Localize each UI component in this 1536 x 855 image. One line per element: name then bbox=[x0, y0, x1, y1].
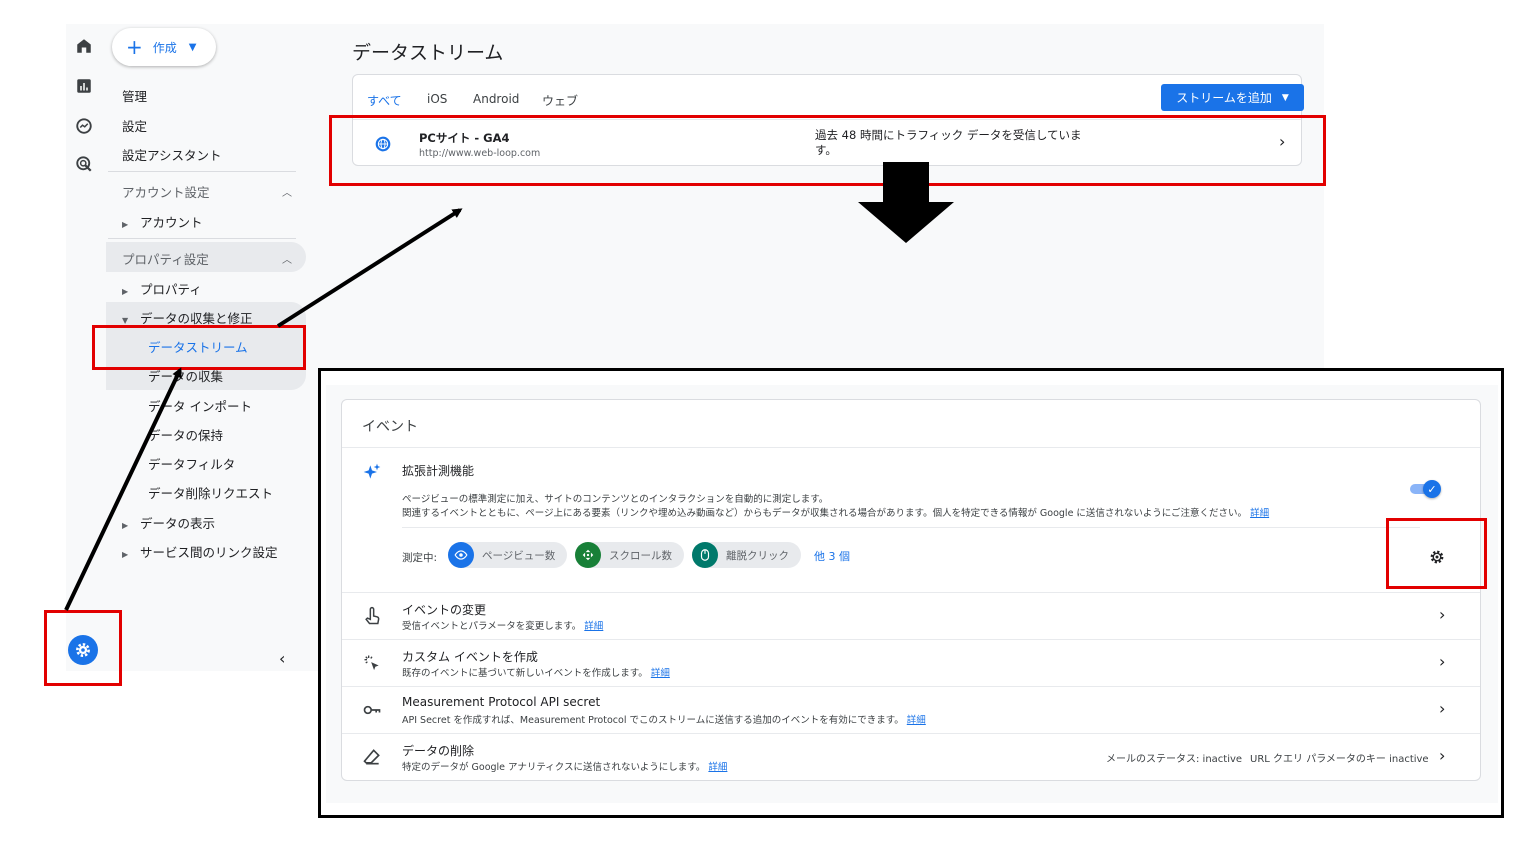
mouse-icon bbox=[692, 542, 718, 568]
mp-api-secret-desc: API Secret を作成すれば、Measurement Protocol で… bbox=[402, 715, 926, 726]
create-custom-events-title: カスタム イベントを作成 bbox=[402, 650, 538, 664]
divider bbox=[342, 447, 1480, 448]
chip-label: ページビュー数 bbox=[482, 549, 556, 562]
chevron-left-icon[interactable]: ‹ bbox=[279, 649, 285, 668]
advertising-icon[interactable] bbox=[74, 154, 94, 174]
page-title: データストリーム bbox=[352, 42, 504, 64]
create-custom-events-row[interactable]: カスタム イベントを作成 既存のイベントに基づいて新しいイベントを作成します。 … bbox=[342, 640, 1480, 686]
mp-api-secret-row[interactable]: Measurement Protocol API secret API Secr… bbox=[342, 687, 1480, 733]
caret-down-icon: ▼ bbox=[188, 41, 197, 53]
chip-pageviews: ページビュー数 bbox=[448, 542, 568, 568]
add-stream-button[interactable]: ストリームを追加 ▼ bbox=[1161, 84, 1304, 111]
tab-all[interactable]: すべて bbox=[367, 92, 402, 109]
nav-item-account[interactable]: ▶ アカウント bbox=[122, 212, 203, 231]
nav-item-data-retention[interactable]: データの保持 bbox=[148, 425, 223, 444]
tab-android[interactable]: Android bbox=[473, 92, 519, 106]
enhanced-measurement-note: 関連するイベントとともに、ページ上にある要素（リンクや埋め込み動画など）からもデ… bbox=[402, 508, 1270, 519]
modify-events-row[interactable]: イベントの変更 受信イベントとパラメータを変更します。 詳細 › bbox=[342, 593, 1480, 639]
nav-item-assistant[interactable]: 設定アシスタント bbox=[122, 145, 222, 164]
tab-ios[interactable]: iOS bbox=[427, 92, 447, 106]
add-stream-label: ストリームを追加 bbox=[1176, 91, 1272, 105]
caret-down-icon: ▼ bbox=[122, 316, 129, 325]
create-button[interactable]: + 作成 ▼ bbox=[112, 28, 216, 66]
email-redaction-status: メールのステータス: inactive bbox=[1106, 754, 1243, 765]
account-section-header[interactable]: アカウント設定 bbox=[122, 182, 210, 201]
caret-right-icon: ▶ bbox=[122, 521, 129, 530]
eye-icon bbox=[448, 542, 474, 568]
key-icon bbox=[363, 705, 381, 715]
chip-scrolls: スクロール数 bbox=[575, 542, 684, 568]
nav-item-product-links[interactable]: ▶ サービス間のリンク設定 bbox=[122, 542, 278, 561]
annotation-box-stream bbox=[329, 115, 1326, 186]
modify-events-title: イベントの変更 bbox=[402, 603, 487, 617]
divider bbox=[402, 527, 1420, 528]
reports-icon[interactable] bbox=[74, 76, 94, 96]
measuring-label: 測定中: bbox=[402, 552, 438, 564]
events-title: イベント bbox=[362, 419, 418, 435]
enhanced-measurement-toggle[interactable]: ✓ bbox=[1410, 480, 1442, 498]
learn-more-link[interactable]: 詳細 bbox=[907, 715, 926, 726]
touch-icon bbox=[365, 606, 380, 625]
caret-right-icon: ▶ bbox=[122, 550, 129, 559]
chip-label: 離脱クリック bbox=[726, 549, 789, 562]
nav-item-data-deletion[interactable]: データ削除リクエスト bbox=[148, 483, 273, 502]
nav-item-data-display[interactable]: ▶ データの表示 bbox=[122, 513, 215, 532]
eraser-icon bbox=[363, 749, 380, 765]
scroll-arrows-icon bbox=[575, 542, 601, 568]
data-redaction-title: データの削除 bbox=[402, 744, 475, 758]
chip-label: スクロール数 bbox=[609, 549, 672, 562]
create-custom-events-desc: 既存のイベントに基づいて新しいイベントを作成します。 詳細 bbox=[402, 668, 670, 679]
caret-down-icon: ▼ bbox=[1281, 92, 1289, 103]
click-sparkle-icon bbox=[364, 655, 379, 671]
enhanced-measurement-desc: ページビューの標準測定に加え、サイトのコンテンツとのインタラクションを自動的に測… bbox=[402, 494, 829, 505]
plus-icon: + bbox=[126, 35, 143, 59]
nav-item-settings[interactable]: 設定 bbox=[122, 116, 147, 135]
enhanced-measurement-title: 拡張計測機能 bbox=[402, 464, 475, 478]
data-redaction-row[interactable]: データの削除 特定のデータが Google アナリティクスに送信されないようにし… bbox=[342, 734, 1480, 780]
sparkle-icon bbox=[363, 463, 381, 479]
data-redaction-desc: 特定のデータが Google アナリティクスに送信されないようにします。 詳細 bbox=[402, 762, 728, 773]
url-redaction-status: URL クエリ パラメータのキー inactive bbox=[1250, 754, 1429, 765]
more-events-link[interactable]: 他 3 個 bbox=[814, 548, 850, 564]
events-zoom-frame: イベント 拡張計測機能 ページビューの標準測定に加え、サイトのコンテンツとのイン… bbox=[318, 368, 1504, 818]
chip-outbound-clicks: 離脱クリック bbox=[692, 542, 801, 568]
caret-right-icon: ▶ bbox=[122, 220, 129, 229]
nav-item-property[interactable]: ▶ プロパティ bbox=[122, 279, 202, 298]
annotation-box-data-streams bbox=[92, 325, 306, 370]
data-streams-page: データストリーム すべて iOS Android ウェブ ストリームを追加 ▼ … bbox=[322, 24, 1324, 384]
caret-right-icon: ▶ bbox=[122, 287, 129, 296]
divider bbox=[108, 171, 296, 172]
annotation-box-admin bbox=[44, 610, 122, 686]
chevron-up-icon[interactable]: ︿ bbox=[282, 251, 292, 266]
chevron-right-icon[interactable]: › bbox=[1439, 652, 1445, 671]
property-section-header[interactable]: プロパティ設定 bbox=[122, 249, 209, 268]
chevron-right-icon[interactable]: › bbox=[1439, 699, 1445, 718]
modify-events-desc: 受信イベントとパラメータを変更します。 詳細 bbox=[402, 621, 604, 632]
chevron-right-icon[interactable]: › bbox=[1439, 605, 1445, 624]
nav-item-data-filters[interactable]: データフィルタ bbox=[148, 454, 235, 473]
check-icon: ✓ bbox=[1423, 480, 1441, 498]
annotation-box-settings-gear bbox=[1386, 518, 1487, 589]
learn-more-link[interactable]: 詳細 bbox=[708, 762, 727, 773]
events-card: イベント 拡張計測機能 ページビューの標準測定に加え、サイトのコンテンツとのイン… bbox=[341, 399, 1481, 781]
learn-more-link[interactable]: 詳細 bbox=[584, 621, 603, 632]
nav-item-admin[interactable]: 管理 bbox=[122, 86, 147, 105]
chevron-up-icon[interactable]: ︿ bbox=[282, 184, 292, 199]
learn-more-link[interactable]: 詳細 bbox=[1250, 508, 1269, 519]
create-button-label: 作成 bbox=[152, 40, 177, 55]
tab-web[interactable]: ウェブ bbox=[542, 92, 578, 109]
divider bbox=[108, 238, 296, 239]
events-panel: イベント 拡張計測機能 ページビューの標準測定に加え、サイトのコンテンツとのイン… bbox=[326, 385, 1498, 803]
nav-item-data-import[interactable]: データ インポート bbox=[148, 396, 252, 415]
learn-more-link[interactable]: 詳細 bbox=[651, 668, 670, 679]
chevron-right-icon[interactable]: › bbox=[1439, 746, 1445, 765]
home-icon[interactable] bbox=[74, 36, 94, 56]
mp-api-secret-title: Measurement Protocol API secret bbox=[402, 695, 601, 709]
explore-icon[interactable] bbox=[74, 116, 94, 136]
